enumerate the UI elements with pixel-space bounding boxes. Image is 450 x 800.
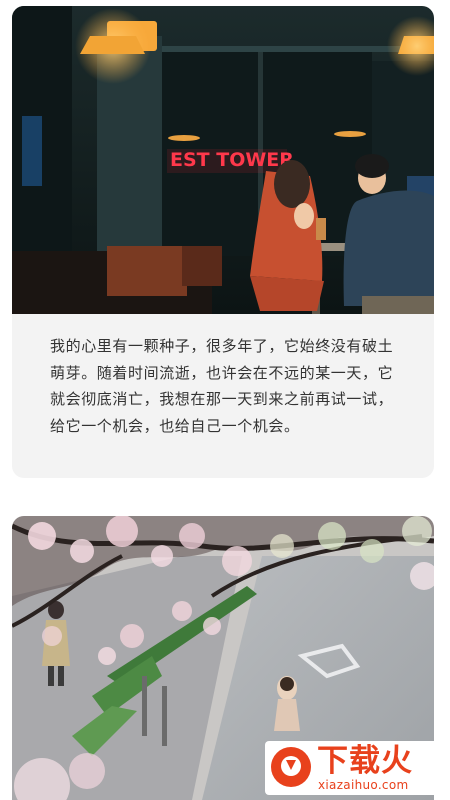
cafe-couple-photo[interactable]: EST TOWER (12, 6, 434, 314)
download-logo-icon (271, 747, 311, 787)
site-watermark: 下载火 xiazaihuo.com (265, 741, 445, 795)
watermark-title: 下载火 (317, 743, 413, 779)
story-caption: 我的心里有一颗种子，很多年了，它始终没有破土萌芽。随着时间流逝，也许会在不远的某… (50, 337, 394, 435)
story-card-1: EST TOWER 我的心里有一颗种子，很多年了，它始终没有破土萌芽。随着时间流… (12, 6, 434, 478)
watermark-domain: xiazaihuo.com (318, 778, 409, 792)
